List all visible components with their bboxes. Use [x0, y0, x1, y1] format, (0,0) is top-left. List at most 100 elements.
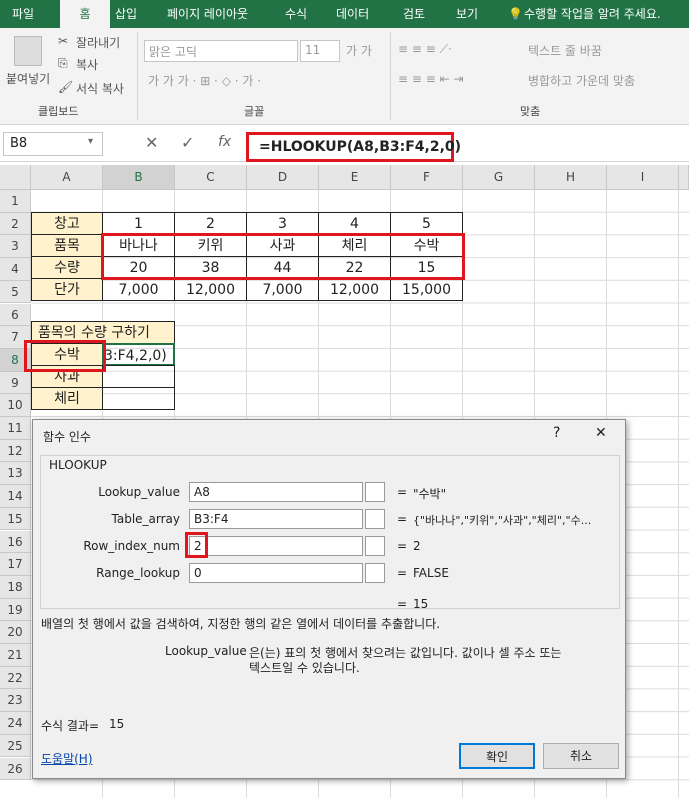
row-header[interactable]: 24: [0, 712, 31, 735]
cancel-button[interactable]: 취소: [543, 743, 619, 769]
row-header[interactable]: 23: [0, 689, 31, 713]
row-header[interactable]: 15: [0, 507, 31, 531]
row-header[interactable]: 5: [0, 280, 31, 304]
row-header[interactable]: 19: [0, 598, 31, 622]
row-header[interactable]: 14: [0, 485, 31, 508]
insert-function-icon[interactable]: fx: [218, 134, 231, 150]
row-header[interactable]: 2: [0, 212, 31, 236]
row-header[interactable]: 26: [0, 757, 31, 781]
cell-d5[interactable]: 7,000: [246, 278, 319, 301]
cell-f2[interactable]: 5: [390, 212, 463, 235]
cell-a3[interactable]: 품목: [31, 234, 103, 257]
row-header[interactable]: 3: [0, 235, 31, 259]
lightbulb-icon: 💡: [508, 7, 523, 21]
row-header[interactable]: 9: [0, 371, 31, 395]
merge-center-button[interactable]: 병합하고 가운데 맞춤: [528, 72, 635, 89]
format-painter-button[interactable]: 서식 복사: [76, 80, 124, 97]
col-header-a[interactable]: A: [31, 165, 103, 190]
cell-b2[interactable]: 1: [102, 212, 175, 235]
arg-input-lookup-value[interactable]: A8: [189, 482, 363, 502]
row-header[interactable]: 13: [0, 462, 31, 486]
tab-file[interactable]: 파일: [12, 0, 34, 28]
scissors-icon[interactable]: ✂: [58, 34, 68, 48]
collapse-range-icon[interactable]: [365, 536, 385, 556]
align-top-icons[interactable]: ≡ ≡ ≡ ⟋·: [398, 42, 452, 57]
tab-view[interactable]: 보기: [456, 0, 478, 28]
row-header[interactable]: 6: [0, 303, 31, 327]
select-all-corner[interactable]: [0, 165, 31, 190]
bold-italic-underline-icons[interactable]: 가 가 가 · ⊞ · ◇ · 가 ·: [148, 72, 261, 89]
col-header-c[interactable]: C: [175, 165, 247, 190]
formula-result-label: 수식 결과=: [41, 719, 100, 733]
arg-input-row-index-num[interactable]: 2: [189, 536, 363, 556]
cell-a2[interactable]: 창고: [31, 212, 103, 235]
arg-input-range-lookup[interactable]: 0: [189, 563, 363, 583]
collapse-range-icon[interactable]: [365, 563, 385, 583]
arg-input-table-array[interactable]: B3:F4: [189, 509, 363, 529]
col-header-f[interactable]: F: [391, 165, 463, 190]
cell-a5[interactable]: 단가: [31, 278, 103, 301]
formula-input[interactable]: =HLOOKUP(A8,B3:F4,2,0): [246, 132, 461, 162]
cell-e5[interactable]: 12,000: [318, 278, 391, 301]
col-header-d[interactable]: D: [247, 165, 319, 190]
row-header[interactable]: 22: [0, 666, 31, 690]
grow-font-icon[interactable]: 가 가: [346, 42, 372, 59]
cell-e2[interactable]: 4: [318, 212, 391, 235]
arguments-group: [40, 455, 620, 609]
row-header[interactable]: 1: [0, 190, 31, 213]
tab-data[interactable]: 데이터: [336, 0, 369, 28]
ok-button[interactable]: 확인: [459, 743, 535, 769]
brush-icon[interactable]: 🖌: [58, 80, 73, 94]
tab-review[interactable]: 검토: [403, 0, 425, 28]
tab-home[interactable]: 홈: [60, 0, 110, 28]
paste-button[interactable]: 붙여넣기: [6, 70, 50, 87]
arg-result-row-index-num: 2: [413, 539, 421, 553]
cell-a10[interactable]: 체리: [31, 387, 103, 410]
row-header[interactable]: 20: [0, 621, 31, 644]
help-question-button[interactable]: ?: [553, 425, 560, 441]
col-header-e[interactable]: E: [319, 165, 391, 190]
help-link[interactable]: 도움말(H): [41, 750, 93, 767]
copy-button[interactable]: 복사: [76, 56, 98, 73]
col-header-g[interactable]: G: [463, 165, 535, 190]
row-header[interactable]: 4: [0, 258, 31, 281]
collapse-range-icon[interactable]: [365, 482, 385, 502]
cell-b5[interactable]: 7,000: [102, 278, 175, 301]
row-header[interactable]: 11: [0, 417, 31, 440]
tab-insert[interactable]: 삽입: [115, 0, 137, 28]
cell-a4[interactable]: 수량: [31, 256, 103, 279]
cut-button[interactable]: 잘라내기: [76, 34, 120, 51]
cell-b10[interactable]: [102, 387, 175, 410]
col-header-h[interactable]: H: [535, 165, 607, 190]
paste-icon[interactable]: [14, 36, 42, 66]
cell-c2[interactable]: 2: [174, 212, 247, 235]
close-icon[interactable]: ✕: [595, 425, 607, 441]
row-header[interactable]: 18: [0, 575, 31, 599]
row-header[interactable]: 12: [0, 439, 31, 463]
cell-d2[interactable]: 3: [246, 212, 319, 235]
enter-icon[interactable]: ✓: [181, 133, 194, 152]
row-header[interactable]: 16: [0, 530, 31, 554]
wrap-text-button[interactable]: 텍스트 줄 바꿈: [528, 42, 602, 59]
tab-formulas[interactable]: 수식: [285, 0, 307, 28]
copy-icon[interactable]: ⎘: [58, 56, 68, 71]
col-header-i[interactable]: I: [607, 165, 679, 190]
col-header-b[interactable]: B: [103, 165, 175, 190]
row-header[interactable]: 17: [0, 553, 31, 576]
cell-c5[interactable]: 12,000: [174, 278, 247, 301]
align-left-icons[interactable]: ≡ ≡ ≡ ⇤ ⇥: [398, 72, 464, 86]
function-arguments-dialog: 함수 인수 ? ✕ HLOOKUP Lookup_value A8 = "수박"…: [32, 419, 626, 779]
collapse-range-icon[interactable]: [365, 509, 385, 529]
cell-b8-editing[interactable]: 3:F4,2,0): [102, 343, 175, 366]
row-header[interactable]: 25: [0, 734, 31, 758]
row-header[interactable]: 21: [0, 644, 31, 667]
font-name-box[interactable]: 맑은 고딕: [144, 40, 298, 62]
row-header[interactable]: 10: [0, 394, 31, 417]
cell-b9[interactable]: [102, 365, 175, 388]
cancel-icon[interactable]: ✕: [145, 133, 158, 152]
tell-me-box[interactable]: 수행할 작업을 알려 주세요.: [524, 0, 661, 28]
tab-page-layout[interactable]: 페이지 레이아웃: [167, 0, 248, 28]
font-size-box[interactable]: 11: [300, 40, 340, 62]
chevron-down-icon[interactable]: ▾: [88, 136, 93, 147]
cell-f5[interactable]: 15,000: [390, 278, 463, 301]
